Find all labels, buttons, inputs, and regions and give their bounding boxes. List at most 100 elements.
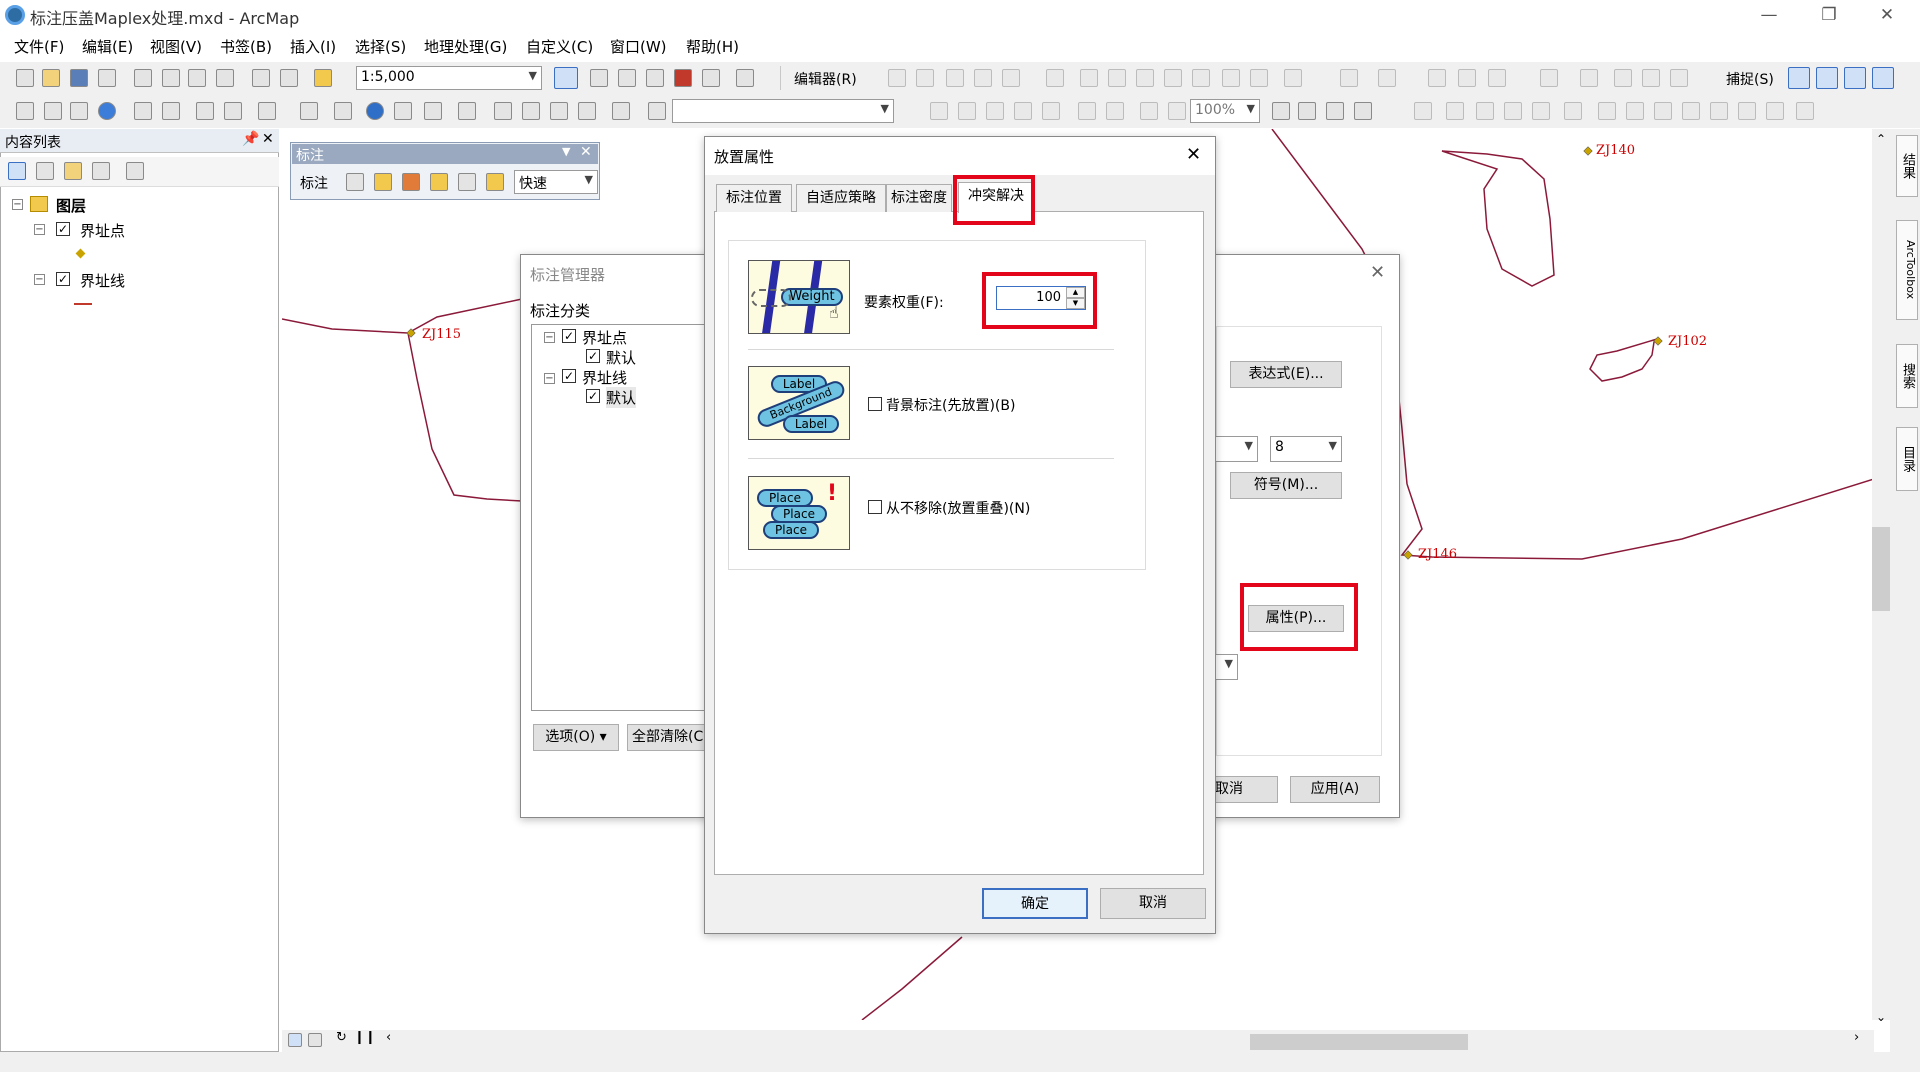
vertex-snapping-icon[interactable] bbox=[1844, 67, 1866, 89]
fixed-zoom-out-icon[interactable] bbox=[162, 102, 180, 120]
horizontal-scroll-thumb[interactable] bbox=[1250, 1034, 1468, 1050]
menu-help[interactable]: 帮助(H) bbox=[686, 36, 739, 57]
pan-icon[interactable] bbox=[70, 102, 88, 120]
new-document-icon[interactable] bbox=[16, 69, 34, 87]
menu-customize[interactable]: 自定义(C) bbox=[526, 36, 593, 57]
menu-insert[interactable]: 插入(I) bbox=[290, 36, 336, 57]
close-icon[interactable]: ✕ bbox=[1370, 262, 1385, 283]
open-folder-icon[interactable] bbox=[42, 69, 60, 87]
label-weight-icon[interactable] bbox=[486, 173, 504, 191]
layout-view-icon[interactable] bbox=[308, 1033, 322, 1047]
copy-icon[interactable] bbox=[162, 69, 180, 87]
scroll-left-icon[interactable]: ‹ bbox=[386, 1030, 391, 1045]
go-to-xy-icon[interactable] bbox=[550, 102, 568, 120]
edge-snapping-icon[interactable] bbox=[1872, 67, 1894, 89]
pause-icon[interactable]: ❙❙ bbox=[354, 1030, 376, 1045]
menu-windows[interactable]: 窗口(W) bbox=[610, 36, 667, 57]
save-icon[interactable] bbox=[70, 69, 88, 87]
table-of-contents-icon[interactable] bbox=[590, 69, 608, 87]
class-checkbox[interactable]: ✓ bbox=[562, 329, 576, 343]
data-driven-pages-icon[interactable] bbox=[1354, 102, 1372, 120]
menu-file[interactable]: 文件(F) bbox=[14, 36, 64, 57]
select-features-icon[interactable] bbox=[258, 102, 276, 120]
find-icon[interactable] bbox=[494, 102, 512, 120]
font-combo[interactable]: ▼ bbox=[1212, 436, 1258, 462]
ok-button[interactable]: 确定 bbox=[982, 888, 1088, 919]
clear-all-button[interactable]: 全部清除(C bbox=[627, 724, 705, 751]
menu-edit[interactable]: 编辑(E) bbox=[82, 36, 133, 57]
background-label-checkbox[interactable] bbox=[868, 397, 882, 411]
zoom-in-icon[interactable] bbox=[16, 102, 34, 120]
measure-icon[interactable] bbox=[458, 102, 476, 120]
delete-icon[interactable] bbox=[216, 69, 234, 87]
toggle-draft-mode-icon[interactable] bbox=[1272, 102, 1290, 120]
collapse-icon[interactable]: − bbox=[544, 332, 555, 343]
options-button[interactable]: 选项(O) ▾ bbox=[533, 724, 619, 751]
collapse-icon[interactable]: − bbox=[544, 373, 555, 384]
options-icon[interactable] bbox=[126, 162, 144, 180]
data-view-icon[interactable] bbox=[288, 1033, 302, 1047]
tree-item-default-selected[interactable]: 默认 bbox=[606, 387, 637, 408]
layout-zoom-combo[interactable]: 100% ▼ bbox=[1190, 99, 1260, 123]
arctoolbox-icon[interactable] bbox=[674, 69, 692, 87]
point-snapping-icon[interactable] bbox=[1788, 67, 1810, 89]
hyperlink-icon[interactable] bbox=[394, 102, 412, 120]
font-size-combo[interactable]: 8 ▼ bbox=[1270, 436, 1342, 462]
html-popup-icon[interactable] bbox=[424, 102, 442, 120]
swipe-icon[interactable] bbox=[648, 102, 666, 120]
identify-icon[interactable] bbox=[366, 102, 384, 120]
fixed-zoom-in-icon[interactable] bbox=[134, 102, 152, 120]
scroll-down-icon[interactable]: ⌄ bbox=[1876, 1010, 1886, 1024]
editor-toolbar-icon[interactable] bbox=[554, 67, 578, 89]
label-manager-icon[interactable] bbox=[346, 173, 364, 191]
viewer-window-icon[interactable] bbox=[612, 102, 630, 120]
collapse-icon[interactable]: − bbox=[34, 274, 45, 285]
list-by-drawing-order-icon[interactable] bbox=[8, 162, 26, 180]
editor-menu[interactable]: 编辑器(R) bbox=[794, 69, 857, 89]
close-icon[interactable]: ✕ bbox=[1186, 144, 1201, 165]
toc-root-layers[interactable]: 图层 bbox=[56, 195, 86, 216]
snapping-menu[interactable]: 捕捉(S) bbox=[1726, 69, 1774, 89]
class-checkbox[interactable]: ✓ bbox=[562, 369, 576, 383]
layer-combo[interactable]: ▼ bbox=[672, 99, 894, 123]
refresh-icon[interactable]: ↻ bbox=[336, 1030, 347, 1045]
paste-icon[interactable] bbox=[188, 69, 206, 87]
apply-button[interactable]: 应用(A) bbox=[1290, 776, 1380, 803]
scroll-up-icon[interactable]: ⌃ bbox=[1876, 132, 1886, 146]
scroll-right-icon[interactable]: › bbox=[1854, 1030, 1859, 1045]
toc-layer-jiezhixian[interactable]: 界址线 bbox=[80, 270, 125, 291]
expression-button[interactable]: 表达式(E)... bbox=[1230, 361, 1342, 388]
cut-icon[interactable] bbox=[134, 69, 152, 87]
never-remove-checkbox[interactable] bbox=[868, 500, 882, 514]
menu-selection[interactable]: 选择(S) bbox=[355, 36, 406, 57]
python-window-icon[interactable] bbox=[702, 69, 720, 87]
collapse-icon[interactable]: − bbox=[12, 199, 23, 210]
label-priority-icon[interactable] bbox=[458, 173, 476, 191]
dock-tab-search[interactable]: 搜索 bbox=[1896, 344, 1918, 408]
add-data-icon[interactable] bbox=[314, 69, 332, 87]
tab-fitting-strategy[interactable]: 自适应策略 bbox=[796, 184, 886, 212]
full-extent-icon[interactable] bbox=[98, 102, 116, 120]
change-layout-icon[interactable] bbox=[1326, 102, 1344, 120]
tab-label-density[interactable]: 标注密度 bbox=[886, 184, 952, 212]
close-icon[interactable]: ✕ bbox=[262, 131, 274, 147]
undo-icon[interactable] bbox=[252, 69, 270, 87]
collapse-icon[interactable]: − bbox=[34, 224, 45, 235]
minimize-button[interactable]: — bbox=[1746, 2, 1792, 28]
tree-item-jiezhixian[interactable]: 界址线 bbox=[582, 367, 627, 388]
dock-tab-arctoolbox[interactable]: ArcToolbox bbox=[1896, 220, 1918, 320]
map-scale-combo[interactable]: 1:5,000 ▼ bbox=[356, 66, 542, 90]
toc-layer-jiezhidian[interactable]: 界址点 bbox=[80, 220, 125, 241]
catalog-icon[interactable] bbox=[618, 69, 636, 87]
menu-view[interactable]: 视图(V) bbox=[150, 36, 202, 57]
vertical-scroll-thumb[interactable] bbox=[1872, 527, 1890, 611]
class-checkbox[interactable]: ✓ bbox=[586, 349, 600, 363]
class-checkbox[interactable]: ✓ bbox=[586, 389, 600, 403]
menu-bookmarks[interactable]: 书签(B) bbox=[220, 36, 272, 57]
label-manager-cancel-button[interactable]: 取消 bbox=[1208, 776, 1278, 803]
pin-icon[interactable]: 📌 bbox=[242, 131, 259, 147]
restore-button[interactable]: ❐ bbox=[1806, 2, 1852, 28]
chevron-down-icon[interactable]: ▼ bbox=[562, 145, 570, 158]
close-icon[interactable]: ✕ bbox=[580, 144, 592, 160]
focus-data-frame-icon[interactable] bbox=[1298, 102, 1316, 120]
